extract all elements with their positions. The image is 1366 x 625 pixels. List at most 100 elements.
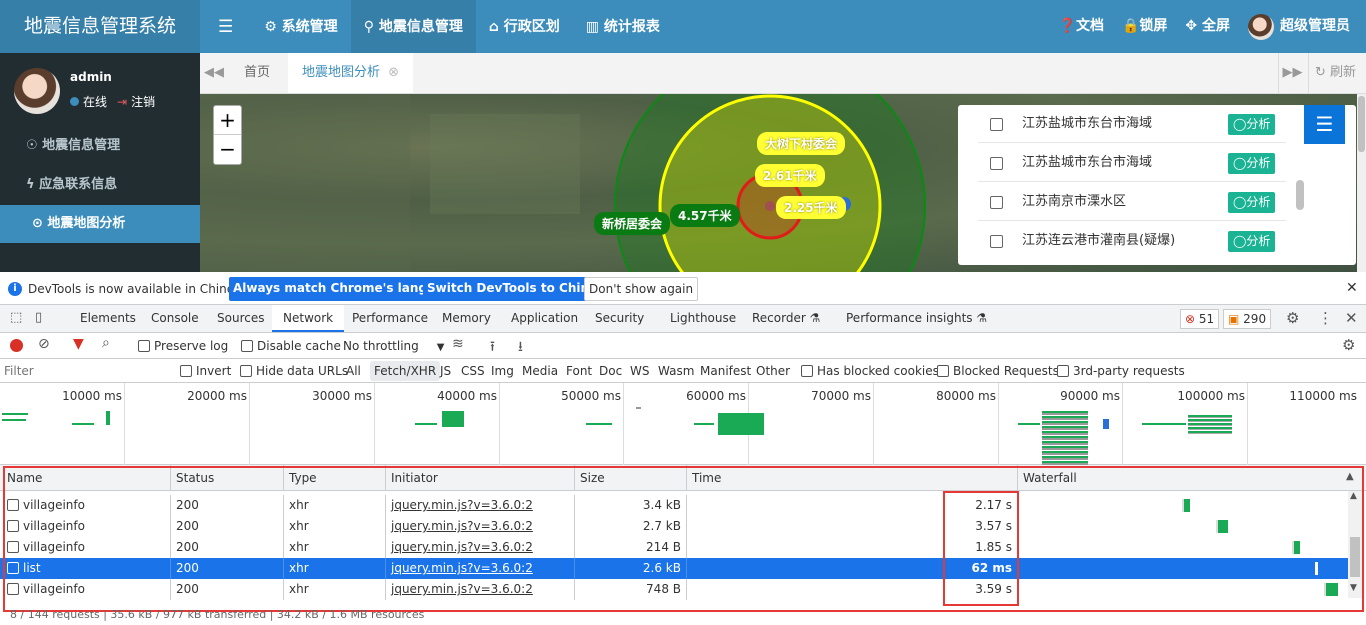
tab-close-icon[interactable]: ⊗ [388, 65, 399, 80]
invert-label: Invert [196, 364, 232, 378]
epicenter-marker [765, 201, 775, 211]
nav-admin-divisions[interactable]: ⌂ 行政区划 [476, 0, 573, 53]
app-logo[interactable]: 地震信息管理系统 [0, 0, 200, 53]
nav-earthquake-info[interactable]: ⚲ 地震信息管理 [350, 0, 476, 53]
error-counter[interactable]: ⊗ 51 [1180, 309, 1220, 329]
logout-icon: ⇥ [117, 94, 128, 109]
overview-bar [586, 423, 612, 425]
disable-cache-label: Disable cache [257, 339, 341, 353]
third-party-checkbox[interactable]: 3rd-party requests [1057, 364, 1185, 378]
preserve-log-label: Preserve log [154, 339, 229, 353]
disable-cache-checkbox[interactable]: Disable cache [241, 339, 341, 353]
row-checkbox[interactable] [990, 157, 1003, 170]
tab-recorder[interactable]: Recorder ⚗ [752, 305, 820, 332]
list-item: 江苏盐城市东台市海域 ◯分析 [978, 144, 1286, 182]
filter-wasm[interactable]: Wasm [658, 364, 694, 378]
settings-gear-icon[interactable]: ⚙ [1286, 309, 1299, 327]
tab-sources[interactable]: Sources [217, 305, 264, 332]
nav-lock[interactable]: 🔒锁屏 [1113, 0, 1176, 53]
filter-fetch-xhr[interactable]: Fetch/XHR [370, 361, 441, 381]
tab-performance[interactable]: Performance [352, 305, 428, 332]
main-nav: ☰ ⚙ 系统管理 ⚲ 地震信息管理 ⌂ 行政区划 ▥ 统计报表 [200, 0, 673, 53]
network-status-bar: 8 / 144 requests | 35.6 kB / 977 kB tran… [10, 608, 425, 621]
tab-lighthouse[interactable]: Lighthouse [670, 305, 736, 332]
tab-scroll-left-icon[interactable]: ◀◀ [200, 53, 228, 93]
throttling-select[interactable]: No throttling ▼ [343, 339, 444, 353]
filter-doc[interactable]: Doc [599, 364, 622, 378]
row-checkbox[interactable] [990, 235, 1003, 248]
inspect-icon[interactable]: ⬚ [10, 310, 22, 325]
more-options-icon[interactable]: ⋮ [1318, 309, 1333, 327]
tab-earthquake-map[interactable]: 地震地图分析 ⊗ [288, 53, 414, 93]
filter-other[interactable]: Other [756, 364, 790, 378]
overview-bar [2, 419, 26, 421]
tab-console[interactable]: Console [151, 305, 199, 332]
blocked-cookies-checkbox[interactable]: Has blocked cookies [801, 364, 939, 378]
overview-bar [2, 413, 28, 415]
tab-security[interactable]: Security [595, 305, 644, 332]
device-toolbar-icon[interactable]: ▯ [35, 310, 42, 325]
dont-show-button[interactable]: Don't show again [584, 277, 699, 301]
filter-img[interactable]: Img [491, 364, 514, 378]
tab-scroll-right-icon[interactable]: ▶▶ [1278, 53, 1306, 93]
refresh-button[interactable]: ↻ 刷新 [1308, 53, 1362, 93]
tab-elements[interactable]: Elements [80, 305, 136, 332]
filter-media[interactable]: Media [522, 364, 558, 378]
close-icon[interactable]: ✕ [1346, 280, 1358, 296]
nav-docs[interactable]: ❓文档 [1050, 0, 1113, 53]
row-checkbox[interactable] [990, 118, 1003, 131]
nav-system-management[interactable]: ⚙ 系统管理 [251, 0, 350, 53]
panel-menu-icon[interactable]: ☰ [1304, 105, 1345, 144]
tab-network[interactable]: Network [272, 305, 345, 332]
filter-all[interactable]: All [346, 364, 361, 378]
hide-data-urls-checkbox[interactable]: Hide data URLs [240, 364, 348, 378]
zoom-out-button[interactable]: − [214, 135, 241, 164]
earthquake-map[interactable]: 大树下村委会 2.61千米 2.25千米 4.57千米 新桥居委会 + − 江苏… [200, 94, 1366, 272]
tab-application[interactable]: Application [511, 305, 578, 332]
search-icon[interactable]: ⌕ [102, 335, 110, 351]
analyze-button[interactable]: ◯分析 [1228, 114, 1276, 135]
filter-manifest[interactable]: Manifest [700, 364, 751, 378]
nav-admin-user[interactable]: 超级管理员 [1239, 0, 1366, 53]
overview-tick-label: 70000 ms [811, 389, 871, 403]
analyze-button[interactable]: ◯分析 [1228, 231, 1276, 252]
invert-checkbox[interactable]: Invert [180, 364, 231, 378]
tab-memory[interactable]: Memory [442, 305, 491, 332]
record-icon[interactable] [10, 339, 23, 352]
panel-scrollbar[interactable] [1296, 180, 1304, 210]
blocked-requests-checkbox[interactable]: Blocked Requests [937, 364, 1059, 378]
map-scrollbar[interactable] [1357, 94, 1366, 272]
clear-icon[interactable]: ⊘ [38, 336, 50, 352]
tab-home[interactable]: 首页 [232, 53, 282, 93]
network-settings-icon[interactable]: ⚙ [1342, 336, 1355, 354]
warning-counter[interactable]: ▣ 290 [1223, 309, 1272, 329]
sidebar-item-earthquake-info[interactable]: ☉ 地震信息管理 [0, 127, 200, 165]
analyze-button[interactable]: ◯分析 [1228, 153, 1276, 174]
dropdown-icon: ▼ [436, 342, 445, 353]
filter-ws[interactable]: WS [630, 364, 649, 378]
close-devtools-icon[interactable]: ✕ [1345, 309, 1358, 327]
sidebar-item-emergency-contacts[interactable]: ϟ 应急联系信息 [0, 166, 200, 204]
network-overview[interactable]: 10000 ms 20000 ms 30000 ms 40000 ms 5000… [0, 383, 1366, 466]
filter-input[interactable] [4, 362, 166, 380]
row-checkbox[interactable] [990, 196, 1003, 209]
network-conditions-icon[interactable]: ≋ [452, 336, 464, 352]
logout-link[interactable]: 注销 [131, 93, 155, 110]
nav-statistics[interactable]: ▥ 统计报表 [573, 0, 673, 53]
import-har-icon[interactable]: ⭱ [490, 336, 495, 360]
zoom-in-button[interactable]: + [214, 106, 241, 135]
filter-css[interactable]: CSS [461, 364, 485, 378]
export-har-icon[interactable]: ⭳ [518, 336, 523, 360]
filter-js[interactable]: JS [440, 364, 451, 378]
analyze-button[interactable]: ◯分析 [1228, 192, 1276, 213]
preserve-log-checkbox[interactable]: Preserve log [138, 339, 228, 353]
filter-font[interactable]: Font [566, 364, 592, 378]
hamburger-menu-icon[interactable]: ☰ [200, 0, 251, 53]
overview-tick [873, 383, 874, 465]
filter-icon[interactable]: ▼ [73, 336, 84, 352]
tab-performance-insights[interactable]: Performance insights ⚗ [846, 305, 987, 332]
overview-bar [1018, 423, 1040, 425]
sidebar-item-earthquake-map[interactable]: ⊙ 地震地图分析 [0, 205, 200, 243]
overview-tick-label: 30000 ms [312, 389, 372, 403]
nav-fullscreen[interactable]: ✥ 全屏 [1176, 0, 1239, 53]
